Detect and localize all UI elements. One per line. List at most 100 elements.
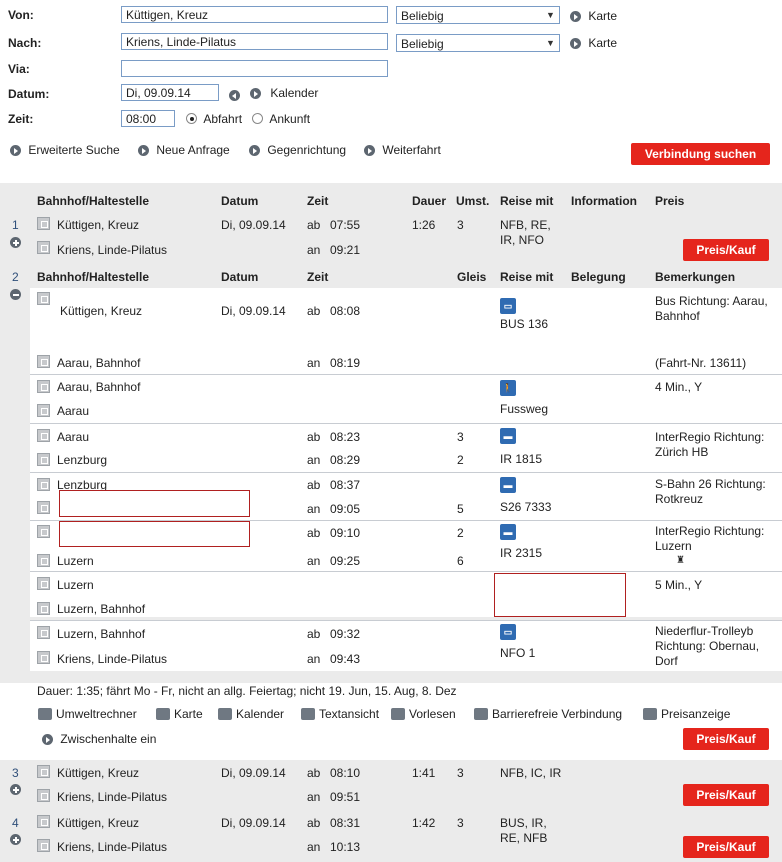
leg4-remark: S-Bahn 26 Richtung: Rotkreuz — [655, 477, 766, 506]
expand-icon[interactable] — [10, 237, 21, 249]
detail-col-zeit: Zeit — [307, 270, 329, 284]
textansicht-link[interactable]: Textansicht — [301, 707, 379, 721]
col-station: Bahnhof/Haltestelle — [37, 194, 150, 208]
transfers: 3 — [457, 218, 464, 232]
products: BUS, IR, RE, NFB — [500, 816, 548, 845]
datum-label: Datum: — [8, 87, 50, 101]
karte-von-link[interactable]: Karte — [570, 9, 617, 23]
preis-kauf-button[interactable]: Preis/Kauf — [683, 836, 769, 858]
neue-anfrage-link[interactable]: Neue Anfrage — [138, 143, 230, 157]
zwischenhalte-link[interactable]: Zwischenhalte ein — [42, 732, 156, 746]
leg7-from: Luzern, Bahnhof — [57, 627, 146, 641]
weiterfahrt-link[interactable]: Weiterfahrt — [364, 143, 441, 157]
arrow-right-icon — [570, 11, 581, 23]
von-input[interactable]: Küttigen, Kreuz — [121, 6, 388, 23]
stop-icon — [37, 429, 50, 442]
leg-separator — [30, 374, 782, 375]
arr-time: 10:13 — [330, 840, 361, 854]
arr-time: 09:51 — [330, 790, 361, 804]
stop-icon — [37, 789, 50, 802]
bus-icon[interactable]: ▭ — [500, 624, 516, 640]
speaker-icon — [391, 708, 405, 720]
stop-icon — [37, 602, 50, 615]
collapse-icon[interactable] — [10, 289, 21, 301]
stop-icon — [37, 241, 50, 254]
preisanzeige-link[interactable]: Preisanzeige — [643, 707, 730, 721]
arrow-right-icon — [249, 145, 260, 157]
train-icon[interactable]: ▬ — [500, 477, 516, 493]
products: NFB, IC, IR — [500, 766, 562, 780]
leg5-dep: 09:10 — [330, 526, 361, 540]
vorlesen-link[interactable]: Vorlesen — [391, 707, 456, 721]
zeit-input[interactable]: 08:00 — [121, 110, 175, 127]
verbindung-suchen-button[interactable]: Verbindung suchen — [631, 143, 770, 165]
chevron-down-icon: ▼ — [546, 10, 555, 20]
kalender-label: Kalender — [270, 86, 319, 100]
erweiterte-suche-link[interactable]: Erweiterte Suche — [10, 143, 120, 157]
walk-icon[interactable]: 🚶 — [500, 380, 516, 396]
leg2-from: Aarau, Bahnhof — [57, 380, 141, 394]
karte-nach-link[interactable]: Karte — [570, 36, 617, 50]
preis-kauf-button[interactable]: Preis/Kauf — [683, 239, 769, 261]
leg7-mode[interactable]: NFO 1 — [500, 646, 535, 660]
connection-number: 3 — [12, 766, 19, 780]
gegenrichtung-link[interactable]: Gegenrichtung — [249, 143, 346, 157]
leg5-mode[interactable]: IR 2315 — [500, 546, 542, 560]
leg3-mode[interactable]: IR 1815 — [500, 452, 542, 466]
kalender-tool-link[interactable]: Kalender — [218, 707, 284, 721]
leg1-arr: 08:19 — [330, 356, 361, 370]
leg1-mode[interactable]: BUS 136 — [500, 317, 548, 331]
kalender-link[interactable]: Kalender — [250, 86, 318, 100]
nach-input[interactable]: Kriens, Linde-Pilatus — [121, 33, 388, 50]
abfahrt-radio[interactable]: Abfahrt — [186, 112, 242, 126]
stop-icon — [37, 380, 50, 393]
leg1-remark: Bus Richtung: Aarau, Bahnhof — [655, 294, 768, 323]
arrow-right-icon — [10, 145, 21, 157]
leg7-arr-kind: an — [307, 652, 321, 666]
leg2-mode[interactable]: Fussweg — [500, 402, 548, 416]
preis-kauf-button[interactable]: Preis/Kauf — [683, 784, 769, 806]
tool-label: Preisanzeige — [661, 707, 731, 721]
expand-icon[interactable] — [10, 834, 21, 846]
link-label: Erweiterte Suche — [28, 143, 120, 157]
abfahrt-label: Abfahrt — [203, 112, 243, 126]
prev-day-icon[interactable] — [229, 90, 240, 102]
link-label: Neue Anfrage — [156, 143, 230, 157]
from-station: Küttigen, Kreuz — [57, 816, 140, 830]
expand-icon[interactable] — [10, 784, 21, 796]
leg4-mode[interactable]: S26 7333 — [500, 500, 551, 514]
leg7-to: Kriens, Linde-Pilatus — [57, 652, 168, 666]
dep-kind: ab — [307, 816, 321, 830]
detail-col-gleis: Gleis — [457, 270, 487, 284]
ankunft-radio[interactable]: Ankunft — [252, 112, 310, 126]
datum-input[interactable]: Di, 09.09.14 — [121, 84, 219, 101]
price-icon — [643, 708, 657, 720]
karte-link[interactable]: Karte — [156, 707, 203, 721]
connection-row-1[interactable]: 1 Küttigen, Kreuz Kriens, Linde-Pilatus … — [0, 213, 782, 263]
redacted-box — [59, 490, 250, 517]
connection-row-4[interactable]: 4 Küttigen, Kreuz Kriens, Linde-Pilatus … — [0, 810, 782, 862]
detail-col-belegung: Belegung — [571, 270, 626, 284]
barrierefreie-link[interactable]: Barrierefreie Verbindung — [474, 707, 622, 721]
von-select[interactable]: Beliebig ▼ — [396, 6, 560, 24]
stop-icon — [37, 501, 50, 514]
leg1-dep: 08:08 — [330, 304, 361, 318]
connection-row-3[interactable]: 3 Küttigen, Kreuz Kriens, Linde-Pilatus … — [0, 760, 782, 810]
bus-icon[interactable]: ▭ — [500, 298, 516, 314]
via-input[interactable] — [121, 60, 388, 77]
from-station: Küttigen, Kreuz — [57, 766, 140, 780]
calendar-icon — [218, 708, 232, 720]
stop-icon — [37, 355, 50, 368]
preis-kauf-button[interactable]: Preis/Kauf — [683, 728, 769, 750]
stop-icon — [37, 815, 50, 828]
train-icon[interactable]: ▬ — [500, 524, 516, 540]
umweltrechner-link[interactable]: Umweltrechner — [38, 707, 137, 721]
col-dauer: Dauer — [412, 194, 447, 208]
train-icon[interactable]: ▬ — [500, 428, 516, 444]
nach-select[interactable]: Beliebig ▼ — [396, 34, 560, 52]
leg7-dep: 09:32 — [330, 627, 361, 641]
arrow-right-icon — [364, 145, 375, 157]
leg1-date: Di, 09.09.14 — [221, 304, 286, 318]
leg3-arr-kind: an — [307, 453, 321, 467]
leg4-dep: 08:37 — [330, 478, 361, 492]
